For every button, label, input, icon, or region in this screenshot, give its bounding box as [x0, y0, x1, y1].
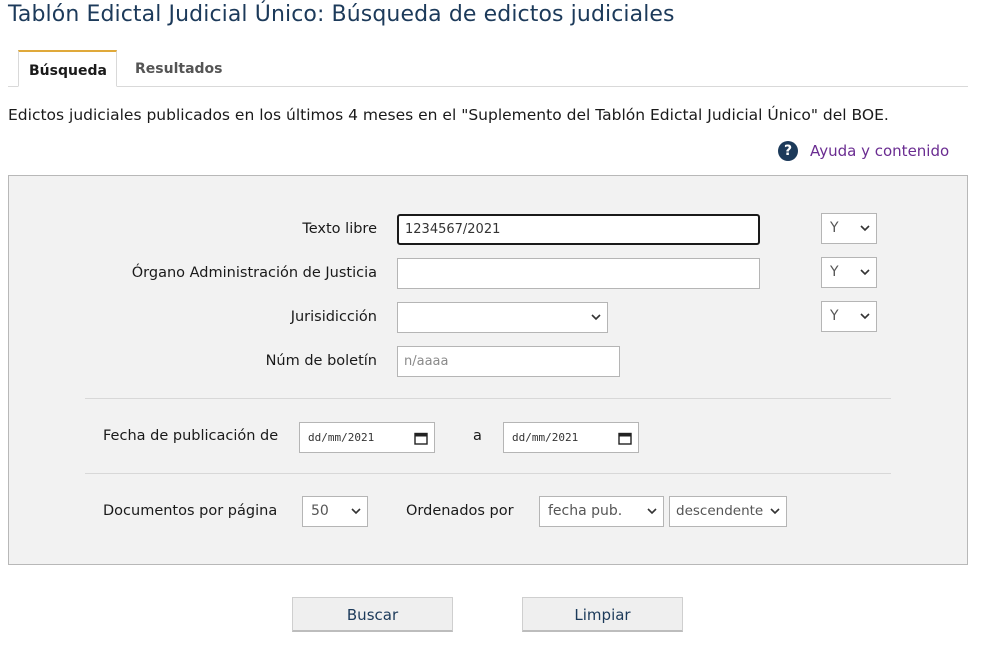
fecha-hasta-value: dd/mm/2021	[512, 431, 579, 444]
fecha-desde-input[interactable]: dd/mm/2021	[299, 422, 435, 453]
fecha-desde-value: dd/mm/2021	[308, 431, 375, 444]
chevron-down-icon	[591, 314, 601, 321]
tab-bar: Búsqueda Resultados	[8, 50, 968, 87]
intro-text: Edictos judiciales publicados en los últ…	[8, 106, 889, 124]
organo-operator-value: Y	[830, 264, 839, 280]
texto-libre-label: Texto libre	[302, 221, 377, 237]
tab-busqueda[interactable]: Búsqueda	[18, 50, 117, 87]
texto-libre-operator-select[interactable]: Y	[821, 213, 877, 244]
num-boletin-input[interactable]	[397, 346, 620, 377]
fecha-label: Fecha de publicación de	[103, 428, 279, 444]
fecha-separator: a	[473, 428, 482, 444]
jurisdiccion-operator-select[interactable]: Y	[821, 301, 877, 332]
chevron-down-icon	[860, 225, 870, 232]
docs-por-pagina-label: Documentos por página	[103, 503, 278, 519]
search-form-panel: Texto libre Y Órgano Administración de J…	[8, 175, 968, 565]
docs-por-pagina-value: 50	[311, 503, 329, 519]
chevron-down-icon	[860, 269, 870, 276]
search-button[interactable]: Buscar	[292, 597, 453, 632]
jurisdiccion-label: Jurisidicción	[290, 309, 377, 325]
chevron-down-icon	[647, 508, 657, 515]
texto-libre-input[interactable]	[397, 214, 760, 245]
clear-button[interactable]: Limpiar	[522, 597, 683, 632]
tab-resultados[interactable]: Resultados	[125, 50, 233, 86]
ordenar-direccion-select[interactable]: descendente	[669, 496, 787, 527]
ordenar-campo-select[interactable]: fecha pub.	[539, 496, 664, 527]
calendar-icon	[618, 432, 632, 445]
help-link[interactable]: ? Ayuda y contenido	[778, 140, 949, 162]
ordenar-direccion-value: descendente	[676, 503, 764, 519]
texto-libre-operator-value: Y	[830, 220, 839, 236]
jurisdiccion-operator-value: Y	[830, 308, 839, 324]
ordenados-label: Ordenados por	[406, 503, 514, 519]
help-link-label: Ayuda y contenido	[810, 142, 950, 160]
num-boletin-label: Núm de boletín	[265, 353, 377, 369]
ordenar-campo-value: fecha pub.	[548, 503, 623, 519]
divider	[85, 398, 891, 399]
organo-operator-select[interactable]: Y	[821, 257, 877, 288]
question-circle-icon: ?	[778, 141, 798, 161]
docs-por-pagina-select[interactable]: 50	[302, 496, 368, 527]
organo-label: Órgano Administración de Justicia	[131, 265, 377, 281]
fecha-hasta-input[interactable]: dd/mm/2021	[503, 422, 639, 453]
chevron-down-icon	[351, 508, 361, 515]
calendar-icon	[414, 432, 428, 445]
organo-input[interactable]	[397, 258, 760, 289]
chevron-down-icon	[860, 313, 870, 320]
page-title: Tablón Edictal Judicial Único: Búsqueda …	[8, 2, 675, 27]
divider	[85, 473, 891, 474]
jurisdiccion-select[interactable]	[397, 302, 608, 333]
chevron-down-icon	[770, 508, 780, 515]
